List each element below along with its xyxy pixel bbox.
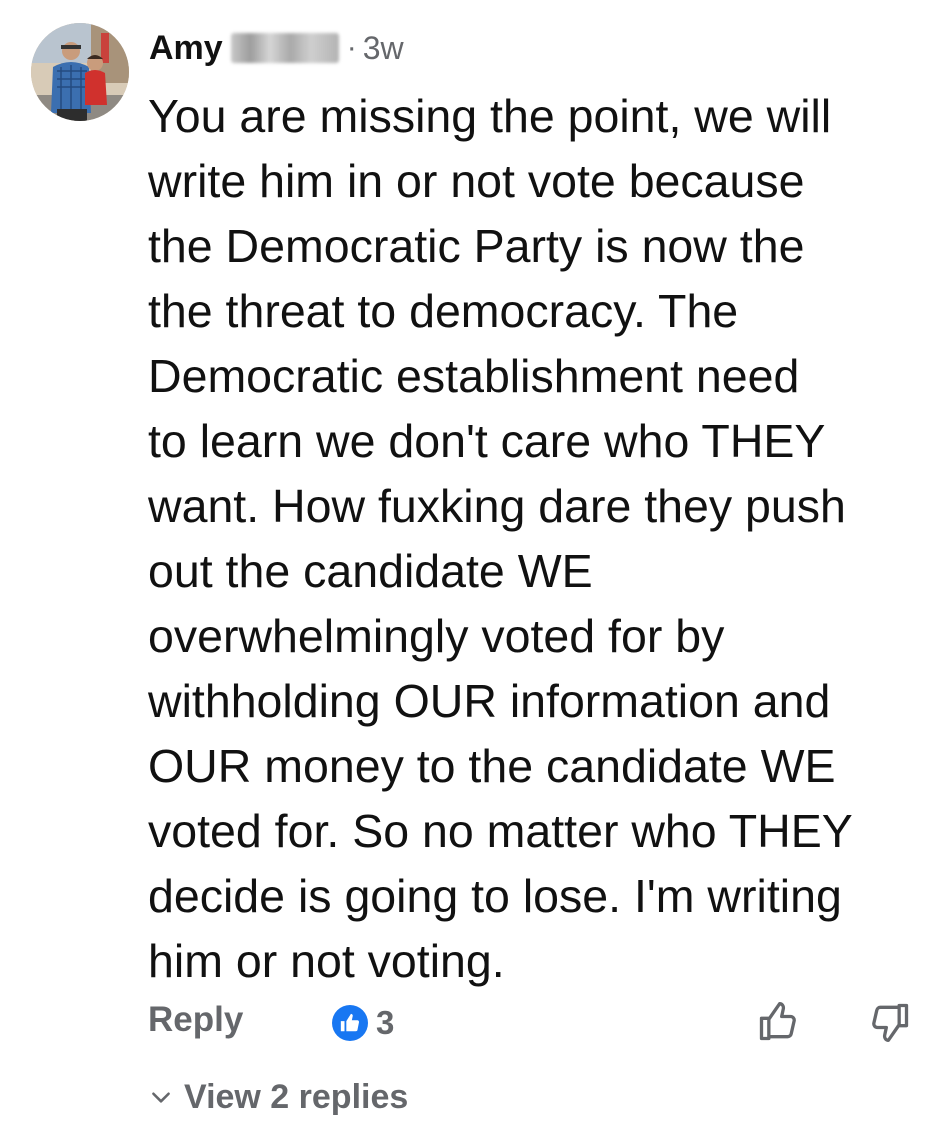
comment-body: You are missing the point, we will write… — [148, 90, 853, 987]
redacted-surname — [230, 33, 339, 63]
reply-button[interactable]: Reply — [148, 1000, 243, 1040]
reaction-summary[interactable]: 3 — [332, 1004, 394, 1042]
avatar[interactable] — [31, 23, 129, 121]
author-name[interactable]: Amy — [149, 29, 223, 68]
chevron-down-icon — [152, 1092, 170, 1103]
avatar-photo — [31, 23, 129, 121]
comment-actions: Reply 3 — [148, 998, 918, 1048]
thumbs-up-icon[interactable] — [756, 1000, 800, 1044]
thumbs-down-icon[interactable] — [868, 1000, 912, 1044]
separator-dot: · — [346, 31, 357, 64]
timestamp[interactable]: 3w — [363, 30, 404, 67]
reaction-count: 3 — [376, 1004, 395, 1041]
like-icon — [332, 1005, 368, 1041]
view-replies-link[interactable]: View 2 replies — [148, 1073, 408, 1121]
view-replies-label: View 2 replies — [184, 1077, 409, 1116]
comment-header: Amy · 3w — [149, 24, 404, 72]
